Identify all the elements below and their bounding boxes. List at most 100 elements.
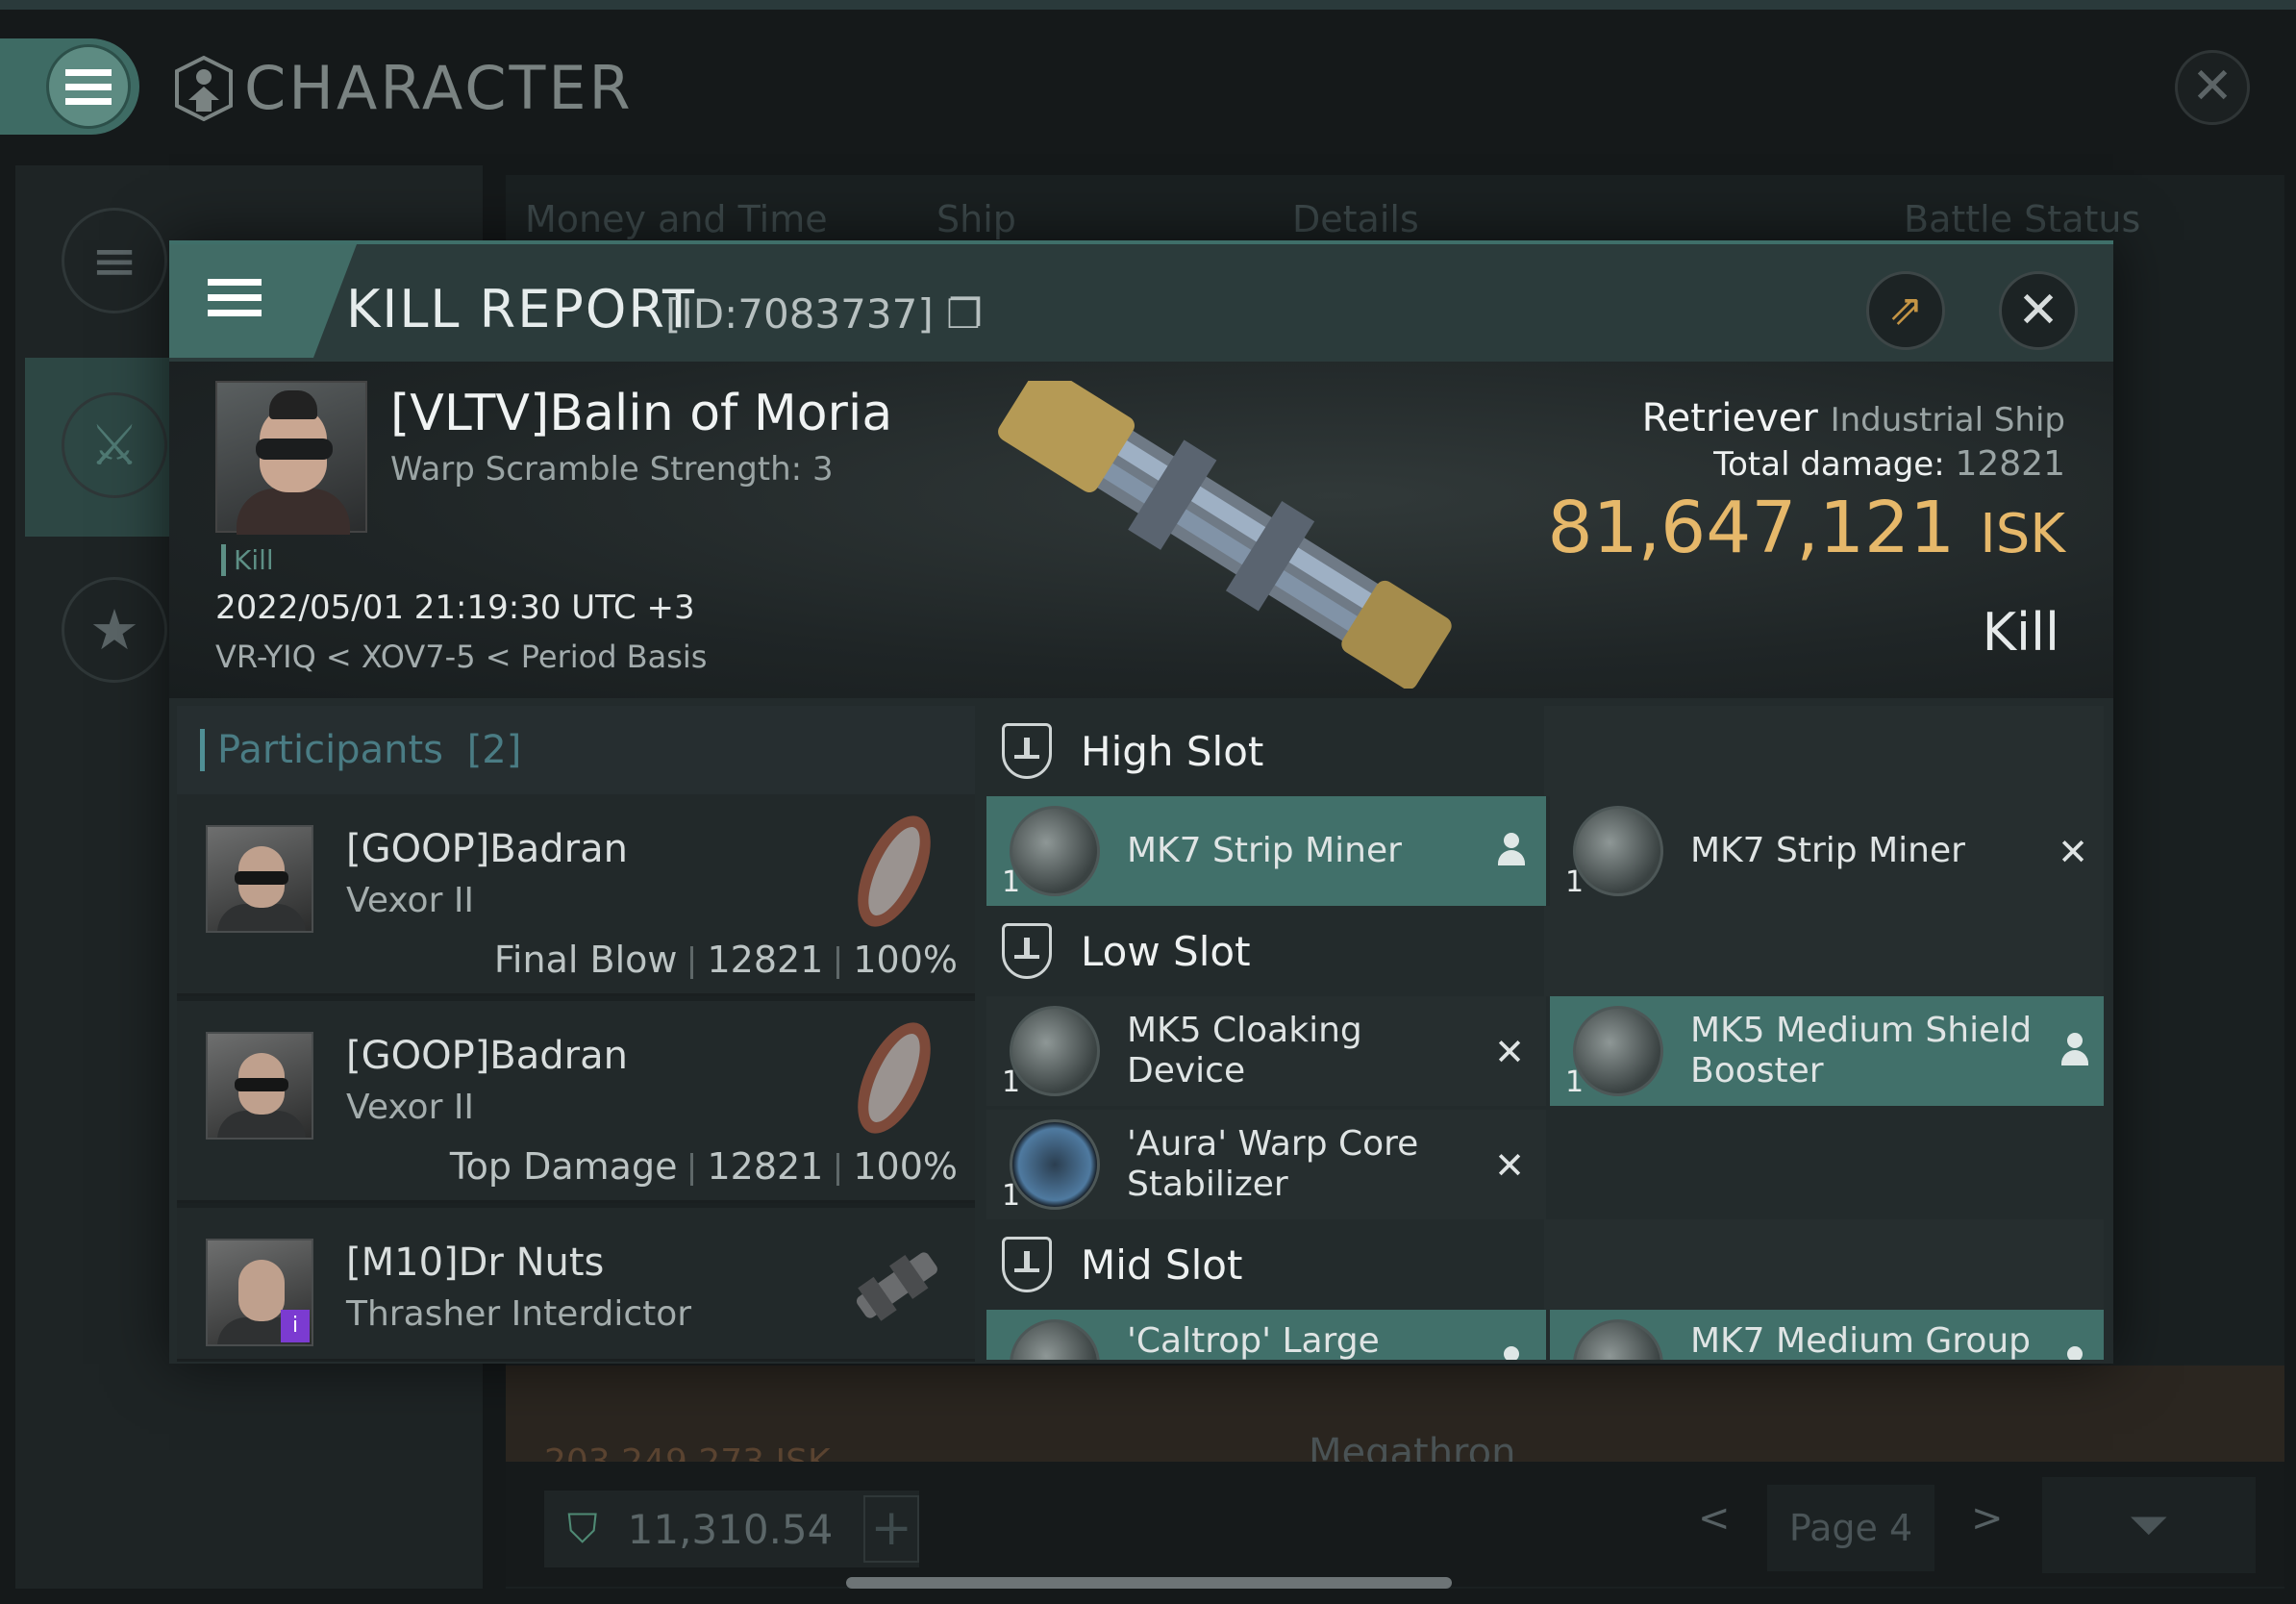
dropped-person-icon [1498,1346,1525,1360]
item-qty: 1 [1002,1065,1021,1099]
col-battle-status[interactable]: Battle Status [1904,198,2140,240]
avatar: i [206,1239,313,1346]
destroyed-x-icon: ✕ [2058,831,2088,873]
warp-scramble: Warp Scramble Strength: 3 [390,450,834,489]
item-name: MK7 Medium Group [1690,1321,2032,1360]
window-close-button[interactable]: ✕ [2175,50,2250,125]
participant-role: Top Damage [449,1145,678,1188]
high-slot-header: High Slot [983,706,1544,796]
cloaking-device-icon [1010,1006,1100,1096]
slot-shield-icon [1002,723,1052,779]
kill-id[interactable]: [ID:7083737] ❐ [665,290,983,338]
col-money-time[interactable]: Money and Time [525,198,828,240]
kill-tag: Kill [221,544,274,576]
next-page-button[interactable]: > [1971,1496,2004,1541]
fitting-item[interactable]: 1 MK7 Strip Miner [986,796,1546,906]
warp-core-stabilizer-icon [1010,1119,1100,1210]
col-ship[interactable]: Ship [936,198,1016,240]
item-qty: 1 [1565,1065,1585,1099]
list-item[interactable]: 203,249,273 ISK Megathron [506,1366,2284,1482]
scrollbar[interactable] [846,1577,1452,1589]
prev-page-button[interactable]: < [1698,1496,1731,1541]
dropped-person-icon [1498,833,1525,867]
victim-summary: [VLTV]Balin of Moria Warp Scramble Stren… [169,362,2113,698]
low-slot-header: Low Slot [983,906,1544,996]
main-menu-button[interactable] [0,38,139,135]
filter-button[interactable]: ⏷ [2042,1477,2256,1573]
dialog-header: KILL REPORT [ID:7083737] ❐ ⇗ ✕ [169,240,2113,362]
victim-name[interactable]: [VLTV]Balin of Moria [390,385,892,442]
total-damage: Total damage: 12821 [1713,444,2065,484]
participant-row[interactable]: [GOOP]Badran Vexor II Top Damage 12821 100… [177,1001,975,1203]
add-funds-button[interactable]: + [863,1495,919,1563]
col-details[interactable]: Details [1292,198,1419,240]
hamburger-icon [208,279,262,316]
slot-filler [1544,706,2104,796]
participant-role: Final Blow [493,939,678,981]
item-name: 'Aura' Warp Core Stabilizer [1127,1124,1419,1204]
slot-filler [1544,1219,2104,1310]
ship-class: Industrial Ship [1830,401,2065,439]
participant-stats: Top Damage 12821 100% [450,1145,958,1188]
participants-panel: Participants [2] [GOOP]Badran Vexor II F… [177,706,975,1362]
page-indicator: Page 4 [1767,1485,1934,1571]
dialog-menu-button[interactable] [169,244,313,358]
top-strip [0,0,2296,10]
isk-value: 81,647,121 ISK [1548,487,2066,569]
faction-badge: i [281,1310,310,1342]
wallet-value: 11,310.54 [627,1505,834,1553]
item-qty: 1 [1565,865,1585,899]
list-menu-icon[interactable]: ≡ [62,208,167,313]
item-qty: 1 [1002,865,1021,899]
participant-stats: Final Blow 12821 100% [494,939,958,981]
victim-ship-name: Retriever Industrial Ship [1642,396,2065,440]
strip-miner-icon [1573,806,1663,896]
filter-icon: ⏷ [2129,1496,2169,1554]
victim-avatar[interactable] [215,381,367,535]
fitting-item[interactable]: 1 MK5 Cloaking Device ✕ [986,996,1546,1106]
item-name: MK7 Strip Miner [1127,831,1402,870]
fitting-item[interactable]: 1 MK7 Strip Miner ✕ [1550,796,2104,906]
share-button[interactable]: ⇗ [1866,271,1945,350]
participant-ship: Vexor II [346,881,475,920]
participant-ship: Thrasher Interdictor [346,1294,692,1334]
participant-ship-icon [856,1252,937,1321]
result-label: Kill [1982,602,2059,663]
fitting-item[interactable]: 1 'Aura' Warp Core Stabilizer ✕ [986,1110,1546,1219]
kill-datetime: 2022/05/01 21:19:30 UTC +3 [215,589,695,627]
kill-id-text: [ID:7083737] [665,290,934,338]
character-icon [175,55,233,121]
destroyed-x-icon: ✕ [1494,1031,1525,1073]
victim-ship-image[interactable] [938,381,1515,689]
wallet-icon: ⛉ [567,1505,598,1552]
slot-filler [1544,906,2104,996]
kill-report-dialog: KILL REPORT [ID:7083737] ❐ ⇗ ✕ [VLTV]Bal… [169,240,2113,1364]
participant-row[interactable]: [GOOP]Badran Vexor II Final Blow 12821 100… [177,794,975,996]
participants-header[interactable]: Participants [2] [177,706,975,794]
fitting-item[interactable]: 1 MK7 Medium Group [1550,1310,2104,1360]
dialog-close-button[interactable]: ✕ [1999,271,2078,350]
total-damage-label: Total damage: [1713,445,1945,484]
dropped-person-icon [2061,1033,2088,1067]
close-icon: ✕ [2191,58,2234,115]
high-slot-label: High Slot [1081,727,1264,775]
participants-label: Participants [217,728,443,772]
participant-row[interactable]: i [M10]Dr Nuts Thrasher Interdictor [177,1208,975,1362]
group-module-icon [1573,1319,1663,1360]
caltrop-icon [1010,1319,1100,1360]
shield-booster-icon [1573,1006,1663,1096]
kill-location[interactable]: VR-YIQ < XOV7-5 < Period Basis [215,639,707,675]
destroyed-x-icon: ✕ [1494,1144,1525,1187]
copy-icon[interactable]: ❐ [946,290,983,338]
item-name: MK5 Medium Shield Booster [1690,1011,2033,1090]
ship-name[interactable]: Retriever [1642,396,1818,440]
slot-shield-icon [1002,923,1052,979]
participant-damage: 12821 [707,939,824,981]
star-icon[interactable]: ★ [62,577,167,683]
item-name: 'Caltrop' Large [1127,1321,1380,1360]
participants-count: [2] [466,728,522,772]
crossed-swords-icon[interactable]: ⚔ [62,392,167,498]
fitting-item[interactable]: 1 'Caltrop' Large [986,1310,1546,1360]
participant-ship-icon [858,815,931,927]
fitting-item[interactable]: 1 MK5 Medium Shield Booster [1550,996,2104,1106]
